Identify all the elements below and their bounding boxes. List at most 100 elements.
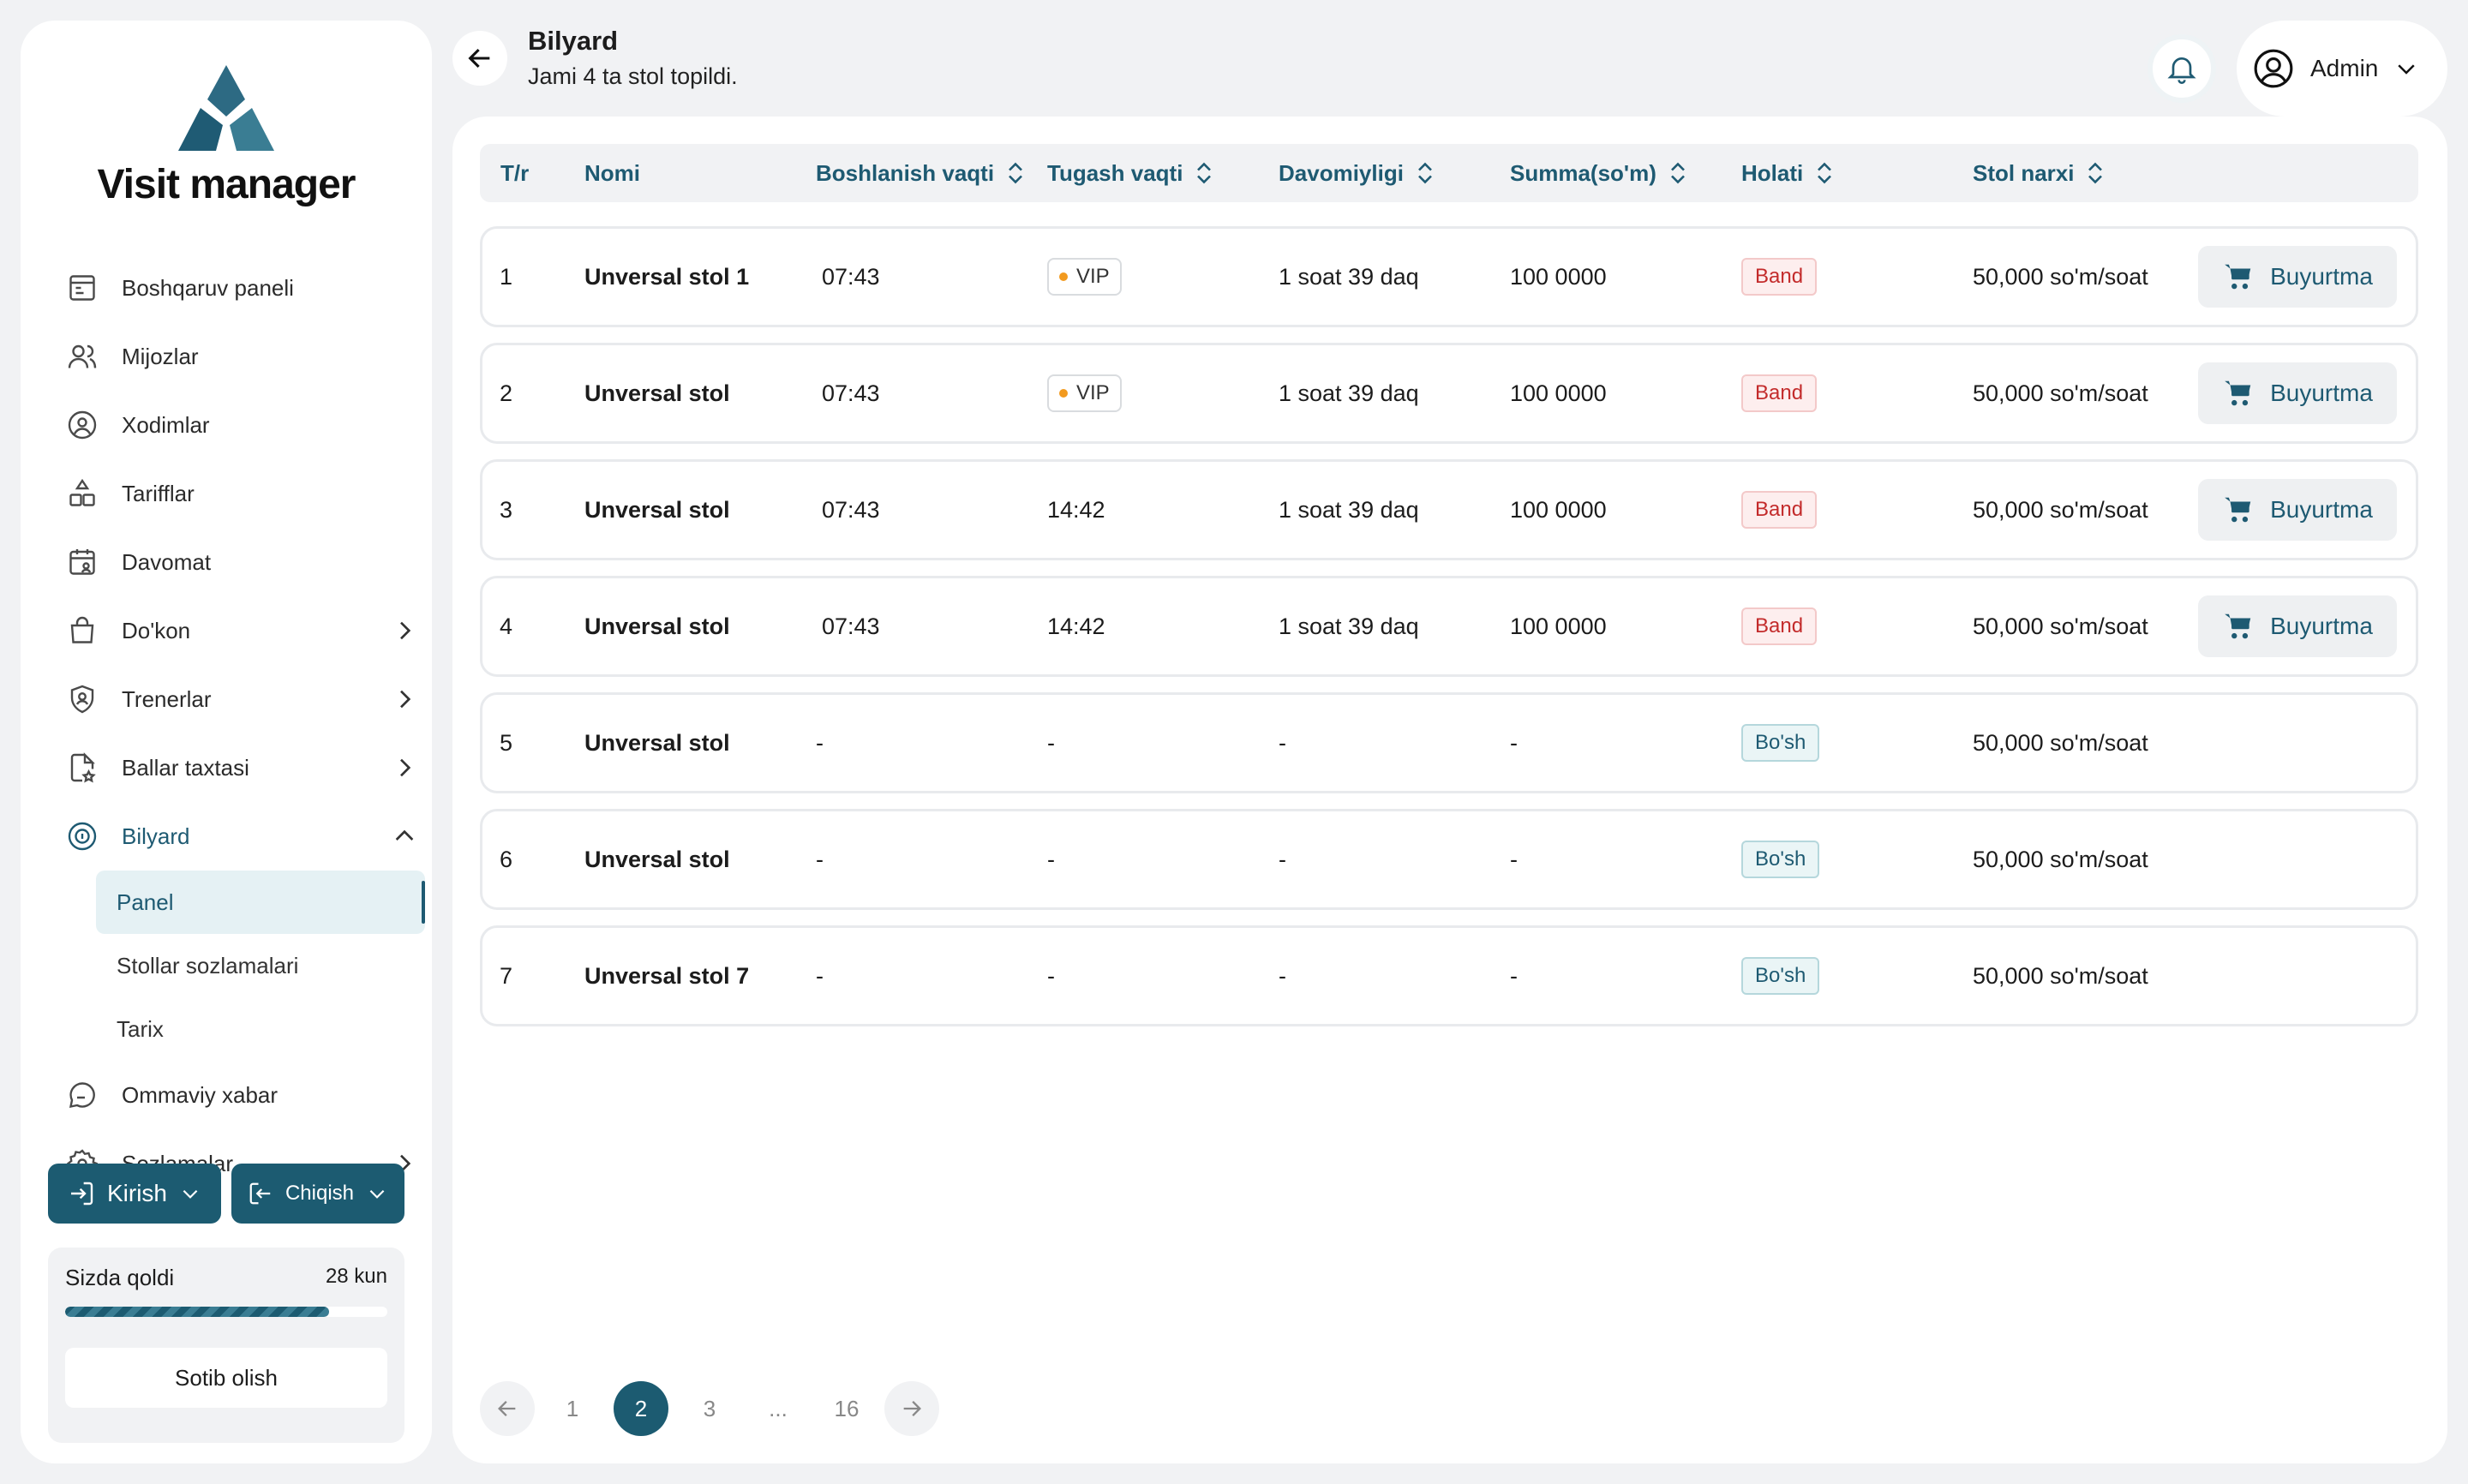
table-price: 50,000 so'm/soat [1973,263,2148,290]
sidebar-item-label: Xodimlar [122,411,210,438]
enter-exit-buttons: Kirish Chiqish [48,1164,404,1224]
column-header[interactable]: Boshlanish vaqti [816,144,1025,202]
start-time: 07:43 [822,380,880,406]
sidebar-item-label: Davomat [122,548,212,575]
status-cell: Bo'sh [1741,811,1820,907]
vip-badge: VIP [1047,374,1122,412]
subscription-card: Sizda qoldi 28 kun Sotib olish [48,1248,404,1443]
page-button[interactable]: 2 [614,1381,668,1436]
submenu-item-table-settings[interactable]: Stollar sozlamalari [96,934,425,997]
sidebar-item-attendance[interactable]: Davomat [65,528,425,596]
user-avatar-icon [2254,49,2293,88]
user-menu[interactable]: Admin [2237,21,2447,117]
app-logo[interactable]: Visit manager [21,62,432,208]
sidebar-item-staff[interactable]: Xodimlar [65,391,425,459]
buy-button[interactable]: Sotib olish [65,1348,387,1408]
table-price: 50,000 so'm/soat [1973,496,2148,523]
sidebar-item-dashboard[interactable]: Boshqaruv paneli [65,254,425,322]
chevron-right-icon [400,690,411,709]
next-page-button[interactable] [884,1381,939,1436]
order-button[interactable]: Buyurtma [2198,595,2397,657]
duration: 1 soat 39 daq [1279,496,1419,523]
table-row[interactable]: 7 Unversal stol 7 - - - - Bo'sh 50,000 so'm/soa… [480,925,2418,1026]
duration: 1 soat 39 daq [1279,263,1419,290]
sidebar-item-label: Do'kon [122,617,191,643]
login-icon [70,1182,93,1206]
sum: - [1510,846,1518,872]
page-button[interactable]: 3 [682,1381,737,1436]
column-header[interactable]: Holati [1741,144,1834,202]
subscription-progress [65,1307,387,1317]
table-row[interactable]: 5 Unversal stol - - - - Bo'sh 50,000 so'm/soat [480,692,2418,793]
page-button[interactable]: 16 [819,1381,874,1436]
pagination: 1 2 3... 16 [480,1381,939,1436]
sidebar-item-label: Bilyard [122,823,190,849]
table-row[interactable]: 3 Unversal stol 07:43 14:42 1 soat 39 daq 100… [480,459,2418,560]
sidebar-item-tariffs[interactable]: Tarifflar [65,459,425,528]
enter-label: Kirish [106,1180,167,1206]
table-row[interactable]: 1 Unversal stol 1 07:43 VIP 1 soat 39 daq 100… [480,226,2418,327]
table-row[interactable]: 4 Unversal stol 07:43 14:42 1 soat 39 daq 100… [480,576,2418,677]
sort-icon [1670,162,1685,184]
order-button[interactable]: Buyurtma [2198,362,2397,424]
back-button[interactable] [452,31,507,86]
sidebar-item-billiard[interactable]: Bilyard [65,802,425,871]
column-header[interactable]: Stol narxi [1973,144,2105,202]
submenu-item-panel[interactable]: Panel [96,871,425,934]
staff-icon [65,408,99,442]
row-number: 3 [500,496,513,523]
sidebar-item-clients[interactable]: Mijozlar [65,322,425,391]
row-number: 2 [500,380,513,406]
cart-icon [2225,380,2251,406]
start-time: - [816,846,824,872]
column-header-label: Stol narxi [1973,159,2075,186]
sidebar-item-label: Boshqaruv paneli [122,274,294,301]
column-header[interactable]: Summa(so'm) [1510,144,1687,202]
order-button-label: Buyurtma [2270,263,2373,290]
column-header-label: T/r [500,159,530,186]
row-number: 5 [500,729,513,756]
sidebar-item-label: Ballar taxtasi [122,754,249,781]
prev-page-button[interactable] [480,1381,535,1436]
submenu-item-history[interactable]: Tarix [96,997,425,1061]
duration: 1 soat 39 daq [1279,613,1419,639]
table-name: Unversal stol [584,846,730,872]
sum: 100 0000 [1510,613,1607,639]
chevron-right-icon [400,621,411,640]
status-cell: Band [1741,229,1818,325]
table-name: Unversal stol 7 [584,962,750,989]
table-price: 50,000 so'm/soat [1973,962,2148,989]
column-header: Nomi [584,144,640,202]
column-header[interactable]: Davomiyligi [1279,144,1435,202]
notifications-button[interactable] [2148,34,2216,103]
exit-button[interactable]: Chiqish [231,1164,404,1224]
status-badge: Band [1741,607,1818,645]
table-row[interactable]: 6 Unversal stol - - - - Bo'sh 50,000 so'm/soat [480,809,2418,910]
table-row[interactable]: 2 Unversal stol 07:43 VIP 1 soat 39 daq 100 0… [480,343,2418,444]
order-button[interactable]: Buyurtma [2198,479,2397,541]
table-price: 50,000 so'm/soat [1973,613,2148,639]
column-header-label: Holati [1741,159,1804,186]
logo-icon [178,65,274,151]
enter-button[interactable]: Kirish [48,1164,221,1224]
chevron-down-icon [2398,64,2416,75]
chat-icon [65,1078,99,1112]
user-name: Admin [2310,55,2379,81]
sidebar-item-trainers[interactable]: Trenerlar [65,665,425,733]
page-button[interactable]: 1 [545,1381,600,1436]
duration: - [1279,962,1286,989]
vip-label: VIP [1076,381,1110,404]
order-button-label: Buyurtma [2270,613,2373,639]
sidebar-item-leaderboard[interactable]: Ballar taxtasi [65,733,425,802]
status-badge: Bo'sh [1741,957,1820,995]
table-name: Unversal stol [584,729,730,756]
sidebar-item-shop[interactable]: Do'kon [65,596,425,665]
table-header: T/r Nomi Boshlanish vaqti Tugash vaqti Davom… [480,144,2418,202]
status-cell: Band [1741,578,1818,674]
sort-icon [1818,162,1832,184]
sidebar-item-broadcast[interactable]: Ommaviy xabar [65,1061,425,1129]
sum: - [1510,962,1518,989]
order-button[interactable]: Buyurtma [2198,246,2397,308]
column-header[interactable]: Tugash vaqti [1047,144,1213,202]
arrow-right-icon [903,1401,921,1416]
